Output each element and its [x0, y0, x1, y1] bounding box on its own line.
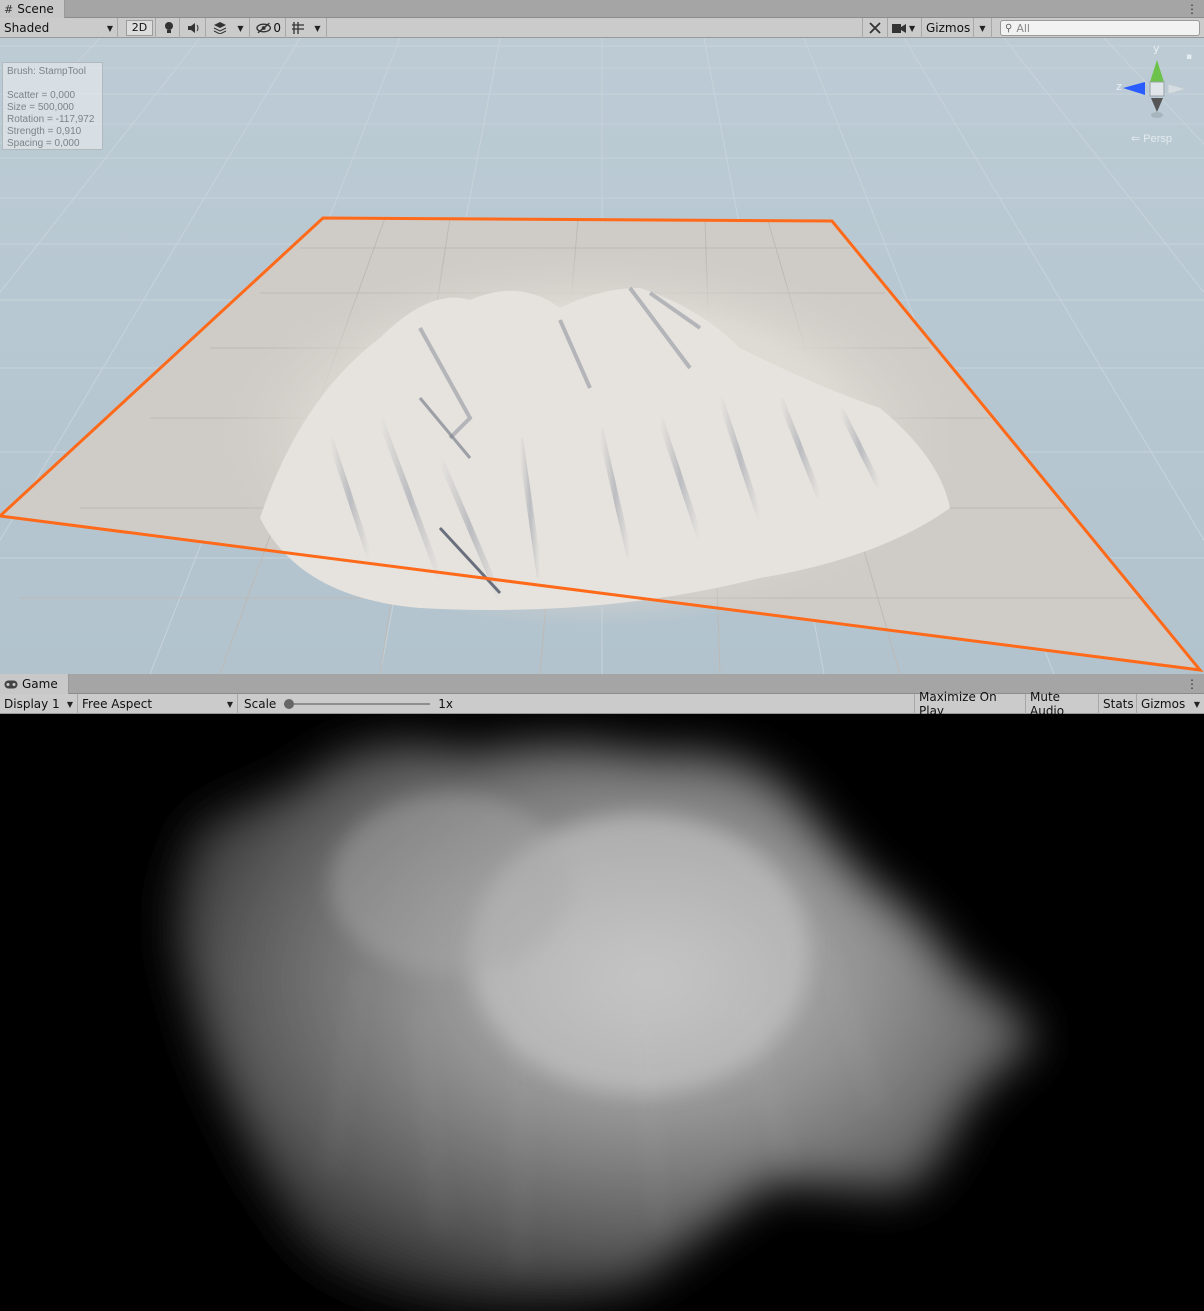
- shading-mode-label: Shaded: [4, 21, 50, 35]
- scene-viewport[interactable]: Brush: StampTool Scatter = 0,000 Size = …: [0, 38, 1204, 674]
- mute-audio-toggle[interactable]: Mute Audio: [1026, 690, 1099, 718]
- game-gizmos-button[interactable]: Gizmos ▼: [1137, 694, 1204, 714]
- tab-game-label: Game: [22, 677, 58, 691]
- lighting-toggle[interactable]: [158, 18, 180, 38]
- scene-tab-icon: #: [4, 2, 14, 16]
- visibility-icon: [256, 22, 272, 34]
- gizmos-dropdown[interactable]: ▼: [974, 18, 992, 38]
- game-tab-icon: [4, 680, 18, 688]
- game-gizmos-label: Gizmos: [1141, 697, 1186, 711]
- display-label: Display 1: [4, 697, 60, 711]
- brush-size: Size = 500,000: [7, 102, 74, 113]
- chevron-down-icon: ▼: [1193, 699, 1200, 709]
- game-tab-bar: Game ⋮: [0, 674, 1204, 694]
- brush-scatter: Scatter = 0,000: [7, 90, 76, 101]
- scene-visibility-toggle[interactable]: 0: [252, 18, 286, 38]
- scene-gizmos-button[interactable]: Gizmos: [922, 18, 974, 38]
- shading-mode-dropdown[interactable]: Shaded ▼: [0, 18, 118, 38]
- lighting-icon: [164, 22, 173, 33]
- chevron-down-icon: ▼: [237, 23, 244, 33]
- stats-toggle[interactable]: Stats: [1099, 694, 1137, 714]
- scale-slider-handle[interactable]: [284, 699, 295, 709]
- chevron-down-icon: ▼: [314, 23, 321, 33]
- chevron-down-icon: ▼: [226, 699, 233, 709]
- scale-control: Scale 1x: [240, 694, 460, 714]
- gizmo-z-label: z: [1116, 80, 1122, 93]
- persp-arrow-icon: ⇐: [1131, 133, 1141, 145]
- tools-button[interactable]: [862, 18, 888, 38]
- chevron-down-icon: ▼: [106, 23, 113, 33]
- aspect-label: Free Aspect: [82, 697, 153, 711]
- tools-icon: [869, 22, 881, 34]
- game-viewport[interactable]: [0, 714, 1204, 1311]
- game-toolbar: Display 1 ▼ Free Aspect ▼ Scale 1x Maxim…: [0, 690, 1204, 718]
- more-menu-icon[interactable]: ⋮: [1186, 1, 1198, 17]
- orientation-gizmo[interactable]: y z: [1108, 42, 1198, 142]
- more-menu-icon[interactable]: ⋮: [1186, 676, 1198, 692]
- display-dropdown[interactable]: Display 1 ▼: [0, 694, 78, 714]
- scene-tab-bar: # Scene ⋮: [0, 0, 1204, 18]
- scene-gizmos-label: Gizmos: [926, 21, 971, 35]
- brush-rotation: Rotation = -117,972: [7, 114, 95, 125]
- scale-label: Scale: [244, 697, 277, 711]
- scale-slider[interactable]: [284, 699, 431, 709]
- tab-game[interactable]: Game: [0, 674, 69, 694]
- grid-dropdown[interactable]: ▼: [309, 18, 327, 38]
- grid-snap-icon: [292, 22, 304, 34]
- scene-grid-and-terrain: [0, 38, 1204, 674]
- stats-label: Stats: [1103, 697, 1134, 711]
- brush-spacing: Spacing = 0,000: [7, 138, 80, 149]
- effects-toggle[interactable]: [208, 18, 232, 38]
- brush-title: Brush: StampTool: [7, 66, 86, 77]
- projection-toggle[interactable]: ⇐ Persp: [1131, 132, 1172, 145]
- aspect-dropdown[interactable]: Free Aspect ▼: [78, 694, 238, 714]
- search-icon: ⚲: [1005, 22, 1013, 34]
- camera-icon: [892, 23, 906, 33]
- scale-value: 1x: [438, 697, 454, 711]
- chevron-down-icon: ▼: [909, 23, 916, 33]
- gizmo-y-label: y: [1153, 42, 1160, 55]
- brush-strength: Strength = 0,910: [7, 126, 82, 137]
- grid-snap-toggle[interactable]: [287, 18, 309, 38]
- scene-search-input[interactable]: ⚲ All: [1000, 20, 1200, 36]
- camera-settings[interactable]: ▼: [888, 18, 922, 38]
- effects-icon: [213, 22, 227, 34]
- chevron-down-icon: ▼: [979, 23, 986, 33]
- scene-toolbar: Shaded ▼ 2D ▼ 0 ▼ ▼ Gizmos ▼ ⚲ All: [0, 18, 1204, 38]
- heightmap-render: [177, 744, 1035, 1302]
- toggle-2d-button[interactable]: 2D: [124, 18, 156, 38]
- audio-toggle[interactable]: [182, 18, 206, 38]
- chevron-down-icon: ▼: [66, 699, 73, 709]
- hidden-count: 0: [273, 21, 281, 35]
- brush-info-overlay: Brush: StampTool Scatter = 0,000 Size = …: [2, 62, 103, 150]
- maximize-on-play-toggle[interactable]: Maximize On Play: [914, 690, 1026, 718]
- tab-scene[interactable]: # Scene: [0, 0, 65, 18]
- search-placeholder: All: [1016, 21, 1030, 35]
- projection-label: Persp: [1143, 133, 1173, 145]
- effects-dropdown[interactable]: ▼: [232, 18, 250, 38]
- audio-icon: [187, 23, 198, 33]
- tab-scene-label: Scene: [17, 2, 54, 16]
- toggle-2d-label: 2D: [125, 20, 154, 36]
